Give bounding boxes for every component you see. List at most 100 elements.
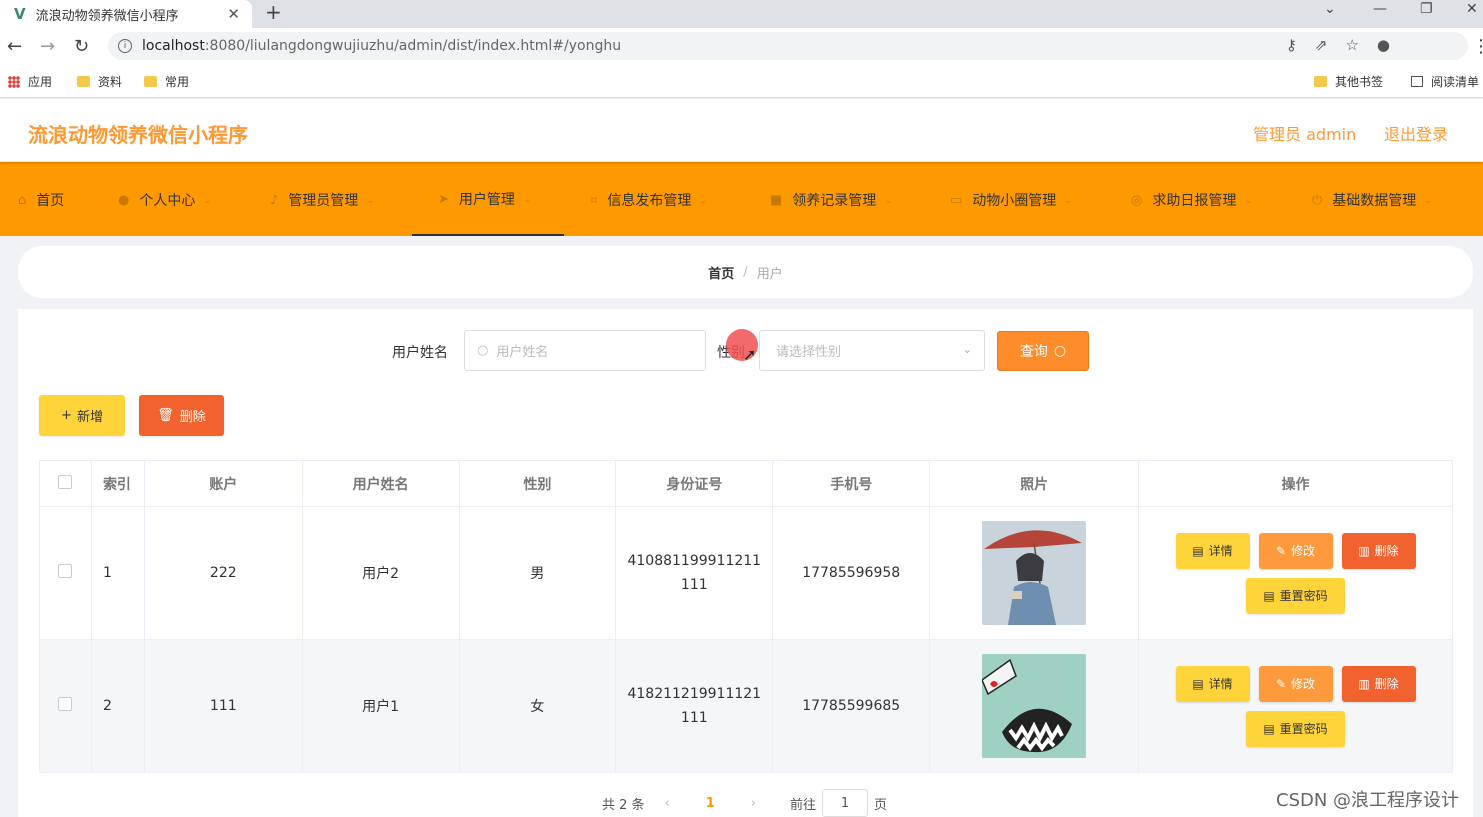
document-icon: ▤ [1263,588,1275,603]
menu-item-help[interactable]: ◎ 求助日报管理 ⌄ [1131,164,1253,236]
row-select-cell [39,639,92,773]
goto-page-input[interactable]: 1 [822,789,869,817]
column-header[interactable]: 身份证号 [615,460,774,507]
menu-item-profile[interactable]: ● 个人中心 ⌄ [118,164,212,236]
menu-item-circle[interactable]: ▭ 动物小圈管理 ⌄ [950,164,1073,236]
reading-list[interactable]: 阅读清单 [1411,73,1479,90]
select-all-checkbox[interactable] [58,474,73,489]
batch-delete-button[interactable]: 🗑 删除 [139,395,224,436]
current-page[interactable]: 1 [706,796,715,811]
chevron-down-icon: ⌄ [699,194,708,206]
browser-menu-icon[interactable]: ⋮ [1472,36,1483,57]
url-field[interactable]: i localhost:8080/liulangdongwujiuzhu/adm… [108,32,1468,60]
menu-item-posts[interactable]: ⌗ 信息发布管理 ⌄ [590,164,708,236]
close-tab-icon[interactable]: ✕ [227,5,240,23]
plus-icon: + [61,408,72,423]
logout-button[interactable]: 退出登录 [1384,121,1448,145]
menu-item-admins[interactable]: ♪ 管理员管理 ⌄ [270,164,375,236]
name-search-input[interactable]: ○ 用户姓名 [464,330,706,371]
monster-cartoon-image [982,654,1087,758]
user-photo[interactable] [982,521,1087,625]
column-header[interactable]: 用户姓名 [301,460,460,507]
table-row: 2 111 用户1 女 418211219911121 111 177855996… [39,639,1453,773]
browser-tab[interactable]: V 流浪动物领养微信小程序 ✕ [0,0,252,28]
name-search-placeholder: 用户姓名 [496,345,549,360]
edit-button[interactable]: ✎ 修改 [1258,532,1333,569]
document-icon: ▤ [1192,543,1204,558]
page-label: 页 [874,797,888,813]
reset-password-button[interactable]: ▤ 重置密码 [1246,577,1345,614]
vue-logo-icon: V [14,5,26,23]
column-header[interactable]: 索引 [90,460,145,507]
bookmark-other[interactable]: 其他书签 [1314,73,1383,90]
app-title: 流浪动物领养微信小程序 [28,123,248,147]
select-all-header [39,460,92,507]
delete-button[interactable]: ▥ 删除 [1341,665,1416,702]
gender-cell: 男 [458,506,617,640]
phone-cell: 17785596958 [772,506,931,640]
address-actions: ⚷⇗☆● [1286,36,1408,54]
key-icon[interactable]: ⚷ [1286,36,1315,54]
main-panel: 用户姓名 ○ 用户姓名 性别 请选择性别 ⌄ ➚ 查询○ +新增 🗑删除 索引 … [18,309,1473,817]
bookmarks-bar: 应用 资料 常用 其他书签 阅读清单 [0,64,1483,98]
goto-label: 前往 [790,797,817,813]
edit-button[interactable]: ✎ 修改 [1258,665,1333,702]
query-button[interactable]: 查询 ○ [997,331,1089,371]
row-checkbox[interactable] [58,564,73,578]
pagination: 共 2 条 ‹ 1 › 前往 1 页 [602,789,887,817]
bookmark-folder[interactable]: 资料 [77,73,122,90]
chevron-down-icon: ⌄ [366,194,375,206]
trash-icon: 🗑 [157,408,174,423]
star-icon[interactable]: ☆ [1345,36,1376,54]
document-icon: ▤ [1263,721,1275,736]
power-icon: ⏻ [1312,192,1323,208]
chevron-down-icon: ⌄ [884,194,893,206]
photo-cell [929,639,1139,773]
account-cell: 111 [143,639,303,773]
detail-button[interactable]: ▤ 详情 [1175,665,1250,702]
reading-list-icon [1411,76,1423,87]
forward-icon[interactable]: → [40,36,55,57]
menu-item-adoption[interactable]: ■ 领养记录管理 ⌄ [770,164,893,236]
menu-item-users[interactable]: ➤ 用户管理 ⌄ [412,164,564,236]
tab-search-icon[interactable]: ⌄ [1324,0,1336,18]
bookmark-apps[interactable]: 应用 [8,73,52,90]
reset-password-button[interactable]: ▤ 重置密码 [1246,710,1345,747]
name-cell: 用户1 [301,639,460,773]
back-icon[interactable]: ← [7,36,22,57]
chevron-down-icon: ⌄ [1244,194,1253,206]
next-page-icon[interactable]: › [751,796,756,811]
new-tab-icon[interactable]: + [265,0,282,24]
menu-item-home[interactable]: ⌂ 首页 [18,164,64,236]
profile-icon[interactable]: ● [1377,36,1408,54]
site-info-icon[interactable]: i [118,39,132,53]
total-count: 共 2 条 [602,797,645,813]
restore-icon[interactable]: ❐ [1420,0,1433,18]
add-button[interactable]: + 新增 [39,395,125,436]
row-checkbox[interactable] [58,697,73,711]
user-photo[interactable] [982,654,1087,758]
reload-icon[interactable]: ↻ [74,36,89,57]
column-header[interactable]: 性别 [458,460,617,507]
user-icon: ● [118,192,130,208]
column-header[interactable]: 照片 [929,460,1139,507]
gender-select[interactable]: 请选择性别 ⌄ [759,330,985,371]
share-icon[interactable]: ⇗ [1315,36,1346,54]
watermark: CSDN @浪工程序设计 [1276,790,1460,811]
delete-button[interactable]: ▥ 删除 [1341,532,1416,569]
menu-item-basedata[interactable]: ⏻ 基础数据管理 ⌄ [1312,164,1433,236]
column-header[interactable]: 账户 [143,460,303,507]
admin-label: 管理员 admin [1253,125,1357,144]
breadcrumb-home[interactable]: 首页 [708,263,734,282]
detail-button[interactable]: ▤ 详情 [1175,532,1250,569]
bookmark-folder[interactable]: 常用 [144,73,189,90]
column-header[interactable]: 手机号 [772,460,931,507]
search-icon: ○ [477,343,489,358]
close-window-icon[interactable]: ✕ [1466,0,1478,18]
document-icon: ▤ [1192,676,1204,691]
minimize-icon[interactable]: — [1373,0,1387,18]
id-number-cell: 410881199911211 111 [615,506,774,640]
chevron-down-icon: ⌄ [203,194,212,206]
prev-page-icon[interactable]: ‹ [665,796,670,811]
message-icon: ■ [770,192,783,208]
